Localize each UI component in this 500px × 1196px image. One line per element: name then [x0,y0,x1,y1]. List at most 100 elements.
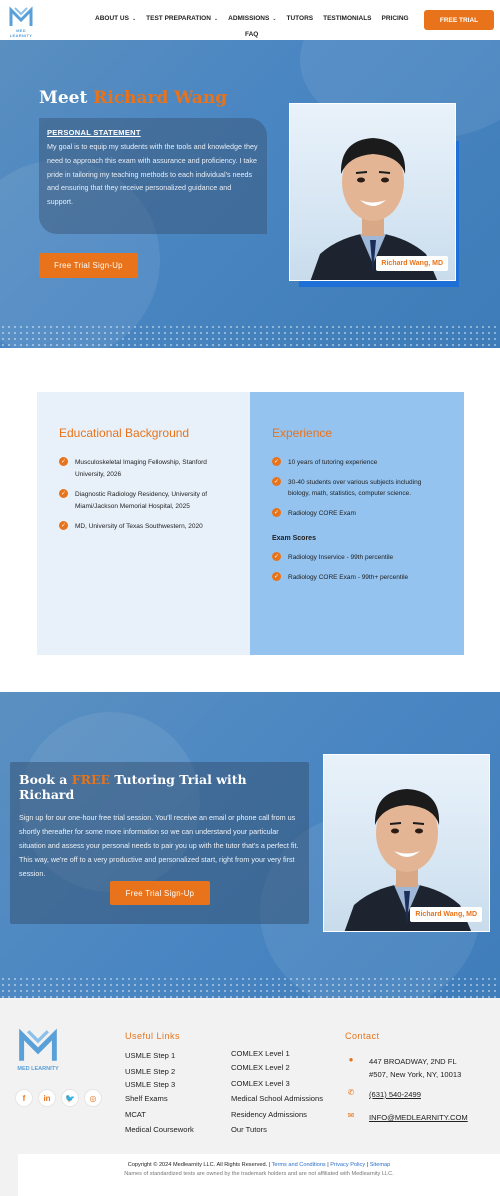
disclaimer-text: Names of standardized tests are owned by… [124,1171,394,1177]
contact-email: ✉ INFO@MEDLEARNITY.COM [345,1111,468,1124]
list-item-text: MD, University of Texas Southwestern, 20… [75,523,203,531]
footer-link[interactable]: Medical School Admissions [231,1091,323,1107]
address-line-1: 447 BROADWAY, 2ND FL [369,1057,457,1066]
dot-pattern [0,324,500,348]
experience-column: Experience ✓ 10 years of tutoring experi… [250,392,464,655]
copyright-text: Copyright © 2024 Medlearnity LLC. All Ri… [127,1162,268,1168]
brand-name: MED LEARNITY [9,28,33,38]
hero-section: Meet Richard Wang PERSONAL STATEMENT My … [0,40,500,348]
social-links: f in 🐦 ◎ [15,1089,102,1107]
twitter-icon[interactable]: 🐦 [61,1089,79,1107]
footer-link[interactable]: COMLEX Level 1 [231,1048,323,1060]
check-circle-icon: ✓ [59,489,68,499]
linkedin-icon[interactable]: in [38,1089,56,1107]
book-trial-panel: Book a FREE Tutoring Trial with Richard … [10,762,309,924]
check-circle-icon: ✓ [272,571,281,581]
list-item: ✓ Radiology Inservice - 99th percentile [272,552,442,564]
brand-logo[interactable]: MED LEARNITY [6,6,36,38]
copyright-bar: Copyright © 2024 Medlearnity LLC. All Ri… [18,1154,500,1196]
email-link[interactable]: INFO@MEDLEARNITY.COM [369,1111,468,1124]
footer-link[interactable]: COMLEX Level 2 [231,1060,323,1076]
sitemap-link[interactable]: Sitemap [370,1162,391,1168]
education-column: Educational Background ✓ Musculoskeletal… [37,392,250,655]
address-text: 447 BROADWAY, 2ND FL #507, New York, NY,… [369,1055,461,1081]
statement-text: My goal is to equip my students with the… [47,142,258,207]
nav-item-admissions[interactable]: ADMISSIONS ⌄ [223,12,281,25]
personal-statement-box: PERSONAL STATEMENT My goal is to equip m… [39,118,267,234]
footer-link[interactable]: USMLE Step 1 [125,1048,194,1064]
useful-links-col-1: USMLE Step 1 USMLE Step 2 USMLE Step 3 S… [125,1048,194,1138]
useful-links-col-2: COMLEX Level 1 COMLEX Level 2 COMLEX Lev… [231,1048,323,1138]
list-item: ✓ MD, University of Texas Southwestern, … [59,521,228,533]
footer: MED LEARNITY f in 🐦 ◎ Useful Links USMLE… [0,998,500,1196]
list-item-text: 10 years of tutoring experience [288,459,378,466]
list-item-text: Radiology CORE Exam [288,509,356,517]
tutor-photo [289,103,456,281]
nav-item-tutors[interactable]: TUTORS [282,12,319,25]
free-trial-signup-button[interactable]: Free Trial Sign-Up [110,881,210,905]
footer-link[interactable]: Residency Admissions [231,1107,323,1123]
tutor-portrait: Richard Wang, MD [289,103,459,287]
list-item: ✓ Musculoskeletal Imaging Fellowship, St… [59,457,228,480]
footer-brand-name: MED LEARNITY [17,1066,59,1072]
address-line-2: #507, New York, NY, 10013 [369,1070,462,1079]
facebook-icon[interactable]: f [15,1089,33,1107]
contact-address: ● 447 BROADWAY, 2ND FL #507, New York, N… [345,1055,462,1081]
nav-item-about-us[interactable]: ABOUT US ⌄ [90,12,141,25]
copyright-line: Copyright © 2024 Medlearnity LLC. All Ri… [127,1162,391,1168]
list-item: ✓ Radiology CORE Exam [272,507,442,520]
footer-link[interactable]: Shelf Exams [125,1091,194,1107]
chevron-down-icon: ⌄ [131,15,137,22]
list-item-text: Radiology Inservice - 99th percentile [288,554,394,562]
footer-logo[interactable]: MED LEARNITY [14,1028,62,1072]
check-circle-icon: ✓ [272,507,281,517]
tutor-background-section: Educational Background ✓ Musculoskeletal… [37,392,464,655]
statement-heading: PERSONAL STATEMENT [47,128,141,137]
tutor-name: Richard Wang [93,88,228,108]
location-pin-icon: ● [348,1055,354,1064]
tutor-portrait: Richard Wang, MD [323,754,490,932]
free-trial-signup-button[interactable]: Free Trial Sign-Up [39,253,138,278]
nav-menu: ABOUT US ⌄ TEST PREPARATION ⌄ ADMISSIONS ⌄ … [90,12,420,38]
book-trial-title: Book a FREE Tutoring Trial with Richard [19,772,300,802]
tutor-name-tag: Richard Wang, MD [410,907,482,922]
page-title: Meet Richard Wang [39,88,227,108]
book-trial-text: Sign up for our one-hour free trial sess… [19,813,299,878]
book-trial-section: Book a FREE Tutoring Trial with Richard … [0,692,500,998]
list-item-text: Radiology CORE Exam - 99th+ percentile [288,573,409,581]
list-item-text: Musculoskeletal Imaging Fellowship, Stan… [75,459,207,478]
phone-link[interactable]: (631) 540-2499 [369,1088,421,1101]
exam-scores-heading: Exam Scores [272,535,316,543]
contact-heading: Contact [345,1031,380,1041]
check-circle-icon: ✓ [272,552,281,562]
nav-item-testimonials[interactable]: TESTIMONIALS [318,12,376,25]
title-prefix: Meet [39,88,88,108]
terms-link[interactable]: Terms and Conditions [272,1162,326,1168]
dot-pattern [0,976,500,998]
chevron-down-icon: ⌄ [272,15,277,22]
nav-item-label: ABOUT US [95,15,129,22]
nav-item-pricing[interactable]: PRICING [377,12,414,25]
education-title: Educational Background [59,426,190,440]
footer-link[interactable]: USMLE Step 2 [125,1064,194,1080]
nav-item-test-preparation[interactable]: TEST PREPARATION ⌄ [141,12,223,25]
logo-icon [9,6,33,26]
list-item: ✓ Diagnostic Radiology Residency, Univer… [59,489,228,512]
title-prefix: Book a [19,772,68,787]
footer-link[interactable]: MCAT [125,1107,194,1123]
footer-link[interactable]: Our Tutors [231,1122,323,1138]
check-circle-icon: ✓ [59,521,68,531]
instagram-icon[interactable]: ◎ [84,1089,102,1107]
footer-link[interactable]: Medical Coursework [125,1122,194,1138]
list-item-text: Diagnostic Radiology Residency, Universi… [75,491,208,510]
check-circle-icon: ✓ [272,457,281,466]
nav-item-label: ADMISSIONS [228,15,270,22]
person-image [310,138,438,280]
footer-link[interactable]: COMLEX Level 3 [231,1076,323,1092]
check-circle-icon: ✓ [59,457,68,466]
privacy-link[interactable]: Privacy Policy [330,1162,365,1168]
free-trial-button[interactable]: FREE TRIAL [424,10,494,30]
footer-link[interactable]: USMLE Step 3 [125,1079,194,1091]
list-item-text: 30-40 students over various subjects inc… [288,478,422,498]
person-image [344,789,472,931]
